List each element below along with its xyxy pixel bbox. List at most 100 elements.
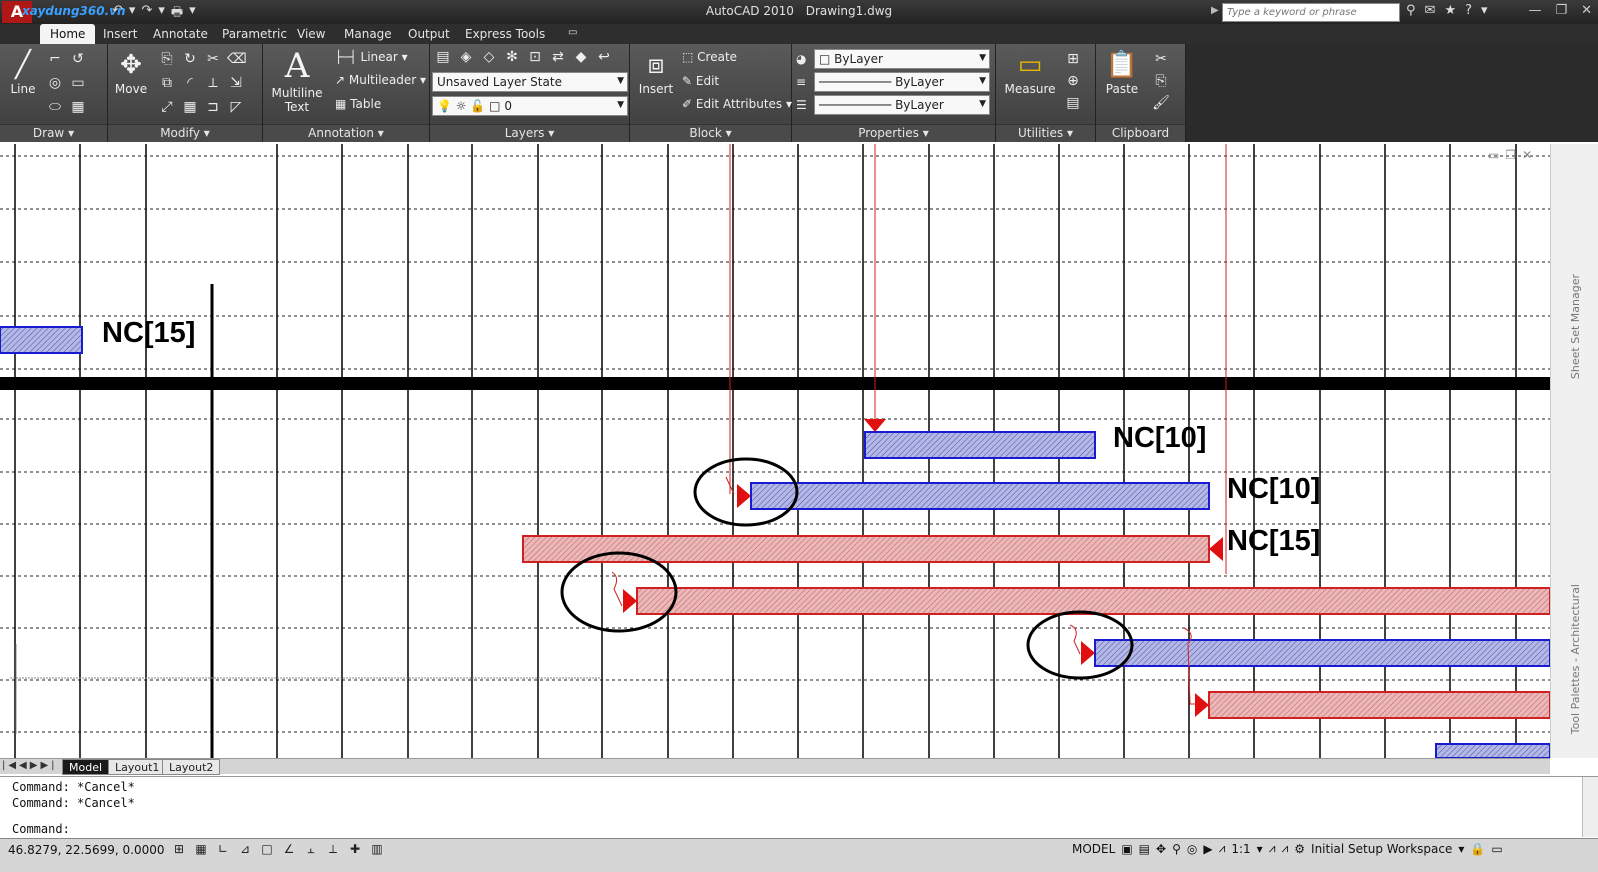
tab-annotate[interactable]: Annotate (153, 27, 208, 41)
layer-dropdown[interactable]: 💡 ☼ 🔓 □ 0 ▼ (432, 96, 628, 116)
color-dropdown[interactable]: □ ByLayer ▼ (814, 49, 990, 69)
layers-panel-label[interactable]: Layers ▾ (430, 124, 629, 142)
lineweight-toggle-icon[interactable]: ✚ (346, 841, 364, 857)
tab-output[interactable]: Output (408, 27, 450, 41)
line-button[interactable]: ╱ Line (6, 48, 40, 96)
help-icon[interactable]: ? (1465, 3, 1472, 18)
hatch-icon[interactable]: ▦ (69, 98, 87, 116)
scale-icon[interactable]: ⤢ (158, 98, 176, 116)
measure-button[interactable]: ▭ Measure (1002, 48, 1058, 96)
match-props-icon[interactable]: 🖌 (1152, 94, 1170, 112)
mirror-icon[interactable]: ⧉ (158, 74, 176, 92)
properties-panel-label[interactable]: Properties ▾ (792, 124, 995, 142)
lineweight-dropdown[interactable]: ────────── ByLayer ▼ (814, 95, 990, 115)
snap-icon[interactable]: ⊞ (170, 841, 188, 857)
copy-icon[interactable]: ⎘ (158, 50, 176, 68)
viewport-minimize-icon[interactable]: ▭ (1488, 148, 1499, 162)
workspace-switch[interactable]: Initial Setup Workspace (1311, 842, 1452, 856)
create-block-button[interactable]: ⬚ Create (682, 50, 737, 64)
polar-icon[interactable]: ⊿ (236, 841, 254, 857)
coordinate-readout[interactable]: 46.8279, 22.5699, 0.0000 (8, 843, 165, 857)
fillet-icon[interactable]: ◜ (181, 74, 199, 92)
task-bar-blue[interactable] (1094, 639, 1550, 667)
match-properties-icon[interactable]: ◕ (796, 52, 806, 66)
layout-nav-arrows[interactable]: |◀◀▶▶| (2, 760, 58, 771)
binoculars-icon[interactable]: ⚲ (1406, 3, 1416, 18)
annotation-scale[interactable]: 1:1 (1231, 842, 1250, 856)
tab-home[interactable]: Home (40, 24, 96, 44)
tab-parametric[interactable]: Parametric (222, 27, 287, 41)
linear-dimension-button[interactable]: ├─┤ Linear ▾ (335, 50, 408, 64)
qp-icon[interactable]: ▥ (368, 841, 386, 857)
move-button[interactable]: ✥ Move (112, 48, 150, 96)
layer-unisolate-icon[interactable]: ◆ (572, 48, 590, 66)
paste-button[interactable]: 📋 Paste (1100, 48, 1144, 96)
annotation-visibility-icon[interactable]: ⩘ (1269, 841, 1276, 856)
chevron-down-icon[interactable]: ▾ (1257, 842, 1263, 856)
task-bar-red[interactable] (1208, 691, 1550, 719)
table-button[interactable]: ▦ Table (335, 97, 381, 111)
explode-icon[interactable]: ⟂ (204, 74, 222, 92)
restore-icon[interactable]: ❐ (1555, 3, 1567, 18)
lock-icon[interactable]: 🔒 (1470, 842, 1485, 856)
rectangle-icon[interactable]: ▭ (69, 74, 87, 92)
task-bar-blue[interactable] (1435, 743, 1550, 758)
command-scrollbar[interactable] (1582, 777, 1598, 837)
favorites-star-icon[interactable]: ★ (1444, 3, 1456, 18)
showmotion-icon[interactable]: ▶ (1203, 842, 1212, 856)
draw-panel-label[interactable]: Draw ▾ (0, 124, 107, 142)
tab-manage[interactable]: Manage (344, 27, 392, 41)
layer-properties-icon[interactable]: ▤ (434, 48, 452, 66)
modify-panel-label[interactable]: Modify ▾ (108, 124, 262, 142)
command-prompt[interactable]: Command: (12, 822, 70, 836)
dyn-icon[interactable]: ⟂ (324, 841, 342, 857)
id-point-icon[interactable]: ⊕ (1064, 72, 1082, 90)
tab-layout2[interactable]: Layout2 (162, 759, 221, 775)
chevron-down-icon[interactable]: ▾ (1458, 842, 1464, 856)
polyline-icon[interactable]: ⌐ (46, 50, 64, 68)
layer-match-icon[interactable]: ⇄ (549, 48, 567, 66)
offset-icon[interactable]: ⊐ (204, 98, 222, 116)
search-input[interactable]: Type a keyword or phrase (1222, 3, 1400, 22)
close-icon[interactable]: ✕ (1581, 3, 1592, 18)
rotate-icon[interactable]: ↺ (69, 50, 87, 68)
sheet-set-manager-tab[interactable]: Sheet Set Manager (1569, 274, 1582, 379)
space-toggle[interactable]: MODEL (1072, 842, 1115, 856)
ducs-icon[interactable]: ⫠ (302, 841, 320, 857)
circle-icon[interactable]: ◎ (46, 74, 64, 92)
task-bar-red[interactable] (522, 535, 1210, 563)
clean-screen-icon[interactable]: ▭ (1491, 842, 1502, 856)
tab-model[interactable]: Model (62, 759, 110, 775)
tool-palettes-tab[interactable]: Tool Palettes - Architectural (1569, 584, 1582, 734)
layer-lock-icon[interactable]: ⊡ (526, 48, 544, 66)
otrack-icon[interactable]: ∠ (280, 841, 298, 857)
quick-view-drawings-icon[interactable]: ▤ (1139, 842, 1150, 856)
layer-off-icon[interactable]: ◇ (480, 48, 498, 66)
help-dropdown-icon[interactable]: ▾ (1481, 3, 1488, 18)
calculator-icon[interactable]: ▤ (1064, 94, 1082, 112)
ortho-icon[interactable]: ∟ (214, 841, 232, 857)
minimize-icon[interactable]: — (1528, 3, 1541, 18)
auto-scale-icon[interactable]: ⩘ (1281, 841, 1288, 856)
rotate-object-icon[interactable]: ↻ (181, 50, 199, 68)
viewport-restore-icon[interactable]: ❐ (1505, 148, 1516, 162)
linetype-dropdown[interactable]: ────────── ByLayer ▼ (814, 72, 990, 92)
layer-state-dropdown[interactable]: Unsaved Layer State ▼ (432, 72, 628, 92)
annotation-panel-label[interactable]: Annotation ▾ (263, 124, 429, 142)
quick-view-layouts-icon[interactable]: ▣ (1121, 842, 1132, 856)
drawing-canvas[interactable]: NC[15] NC[10] NC[10] NC[15] ▭ ❐ ✕ (0, 144, 1550, 758)
steering-wheel-icon[interactable]: ◎ (1187, 842, 1197, 856)
utilities-panel-label[interactable]: Utilities ▾ (996, 124, 1095, 142)
infocenter-collapse-icon[interactable]: ▶ (1211, 5, 1219, 19)
insert-block-button[interactable]: ⧈ Insert (636, 48, 676, 96)
viewport-close-icon[interactable]: ✕ (1522, 148, 1532, 162)
ellipse-icon[interactable]: ⬭ (46, 98, 64, 116)
ribbon-minimize-icon[interactable]: ▭ (568, 27, 577, 38)
array-icon[interactable]: ▦ (181, 98, 199, 116)
grid-icon[interactable]: ▦ (192, 841, 210, 857)
quick-select-icon[interactable]: ⊞ (1064, 50, 1082, 68)
task-bar-blue[interactable] (0, 326, 83, 354)
layer-isolate-icon[interactable]: ◈ (457, 48, 475, 66)
task-bar-red[interactable] (636, 587, 1550, 615)
stretch-icon[interactable]: ⇲ (227, 74, 245, 92)
